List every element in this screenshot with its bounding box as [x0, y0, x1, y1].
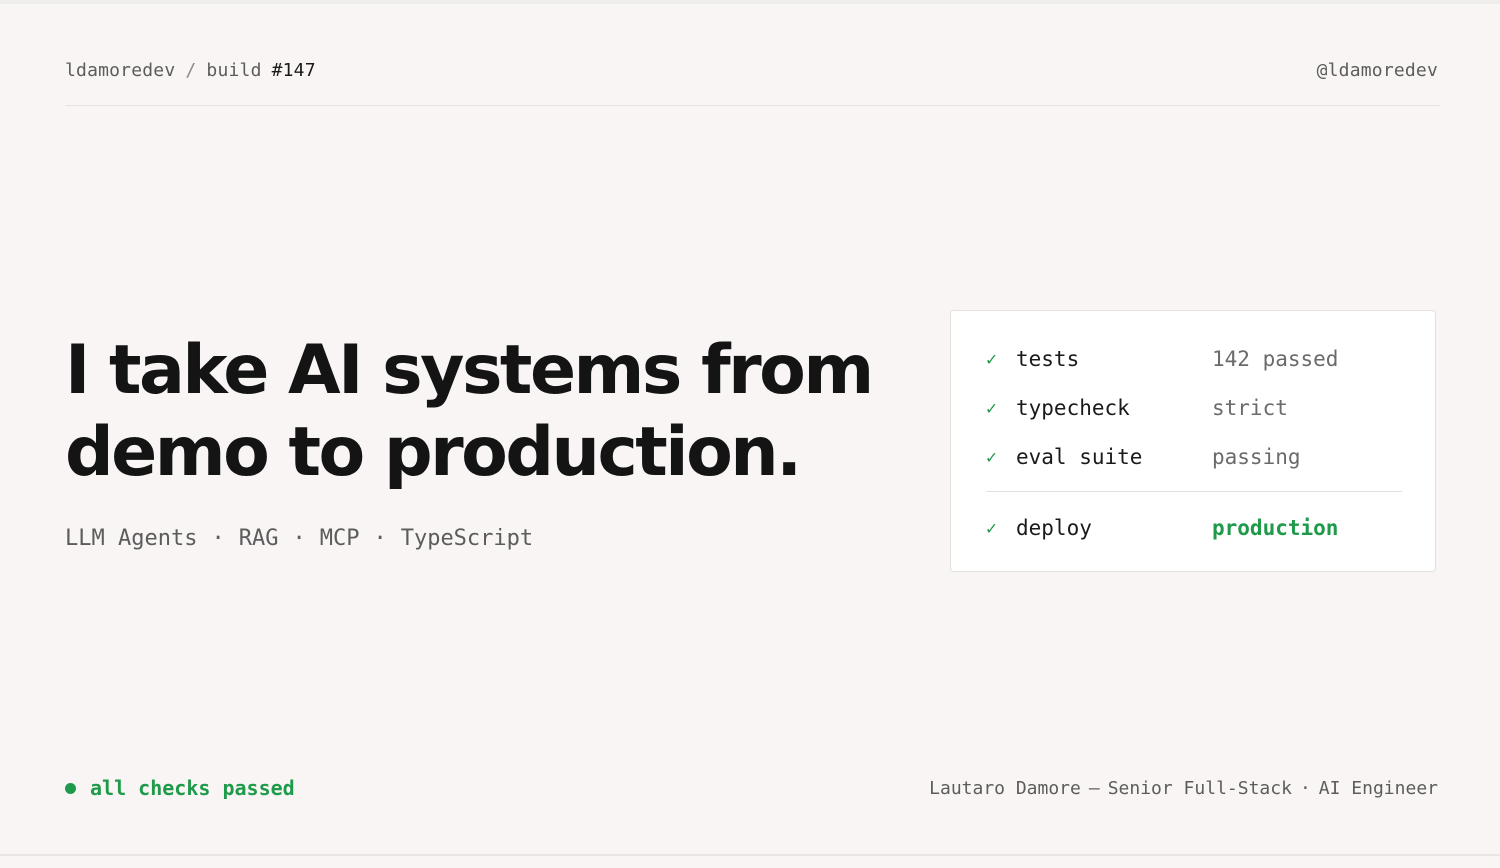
check-icon: ✓	[986, 397, 997, 419]
check-row-deploy: ✓ deploy production	[986, 513, 1338, 543]
credit-dash: —	[1088, 778, 1100, 799]
status-text: all checks passed	[90, 776, 295, 800]
card-divider	[986, 491, 1402, 492]
author-title: AI Engineer	[1318, 778, 1438, 799]
tag-item: RAG	[238, 526, 279, 551]
ci-status-card: ✓ tests 142 passed ✓ typecheck strict ✓ …	[950, 310, 1436, 572]
status-dot-icon	[65, 782, 76, 794]
check-icon: ✓	[986, 517, 997, 539]
check-icon: ✓	[986, 348, 997, 370]
check-label: deploy	[1016, 516, 1092, 540]
check-label: tests	[1016, 347, 1080, 371]
breadcrumb: ldamoredev / build #147	[65, 60, 316, 81]
check-row-typecheck: ✓ typecheck strict	[986, 393, 1288, 423]
tag-item: MCP	[319, 526, 360, 551]
build-number: #147	[271, 59, 316, 81]
author-credit: Lautaro Damore — Senior Full-Stack · AI Engi…	[929, 778, 1438, 799]
check-label: eval suite	[1016, 445, 1143, 469]
check-row-eval-suite: ✓ eval suite passing	[986, 442, 1301, 472]
top-border	[0, 0, 1500, 4]
social-handle[interactable]: @ldamoredev	[1317, 60, 1438, 81]
build-status: all checks passed	[65, 776, 295, 800]
credit-dot: ·	[1299, 778, 1311, 799]
hero-headline: I take AI systems from demo to productio…	[65, 330, 885, 494]
bottom-border	[0, 854, 1500, 856]
breadcrumb-section[interactable]: build	[206, 60, 261, 81]
deploy-status-value: production	[1212, 516, 1339, 540]
tag-item: LLM Agents	[65, 526, 198, 551]
tag-separator: ·	[292, 526, 306, 551]
tag-separator: ·	[211, 526, 225, 551]
hero-line-2: demo to production.	[65, 413, 802, 492]
tag-separator: ·	[373, 526, 387, 551]
check-icon: ✓	[986, 446, 997, 468]
check-value: 142 passed	[1212, 347, 1339, 371]
check-value: strict	[1212, 396, 1288, 420]
author-name: Lautaro Damore	[929, 778, 1081, 799]
hero-line-1: I take AI systems from	[65, 331, 874, 410]
check-label: typecheck	[1016, 396, 1130, 420]
check-row-tests: ✓ tests 142 passed	[986, 344, 1338, 374]
check-value: passing	[1212, 445, 1301, 469]
header: ldamoredev / build #147 @ldamoredev	[65, 56, 1438, 84]
header-divider	[65, 105, 1440, 106]
author-role: Senior Full-Stack	[1107, 778, 1292, 799]
breadcrumb-owner[interactable]: ldamoredev	[65, 60, 175, 81]
breadcrumb-separator: /	[185, 59, 197, 81]
tech-tags: LLM Agents · RAG · MCP · TypeScript	[65, 526, 533, 551]
tag-item: TypeScript	[400, 526, 534, 551]
